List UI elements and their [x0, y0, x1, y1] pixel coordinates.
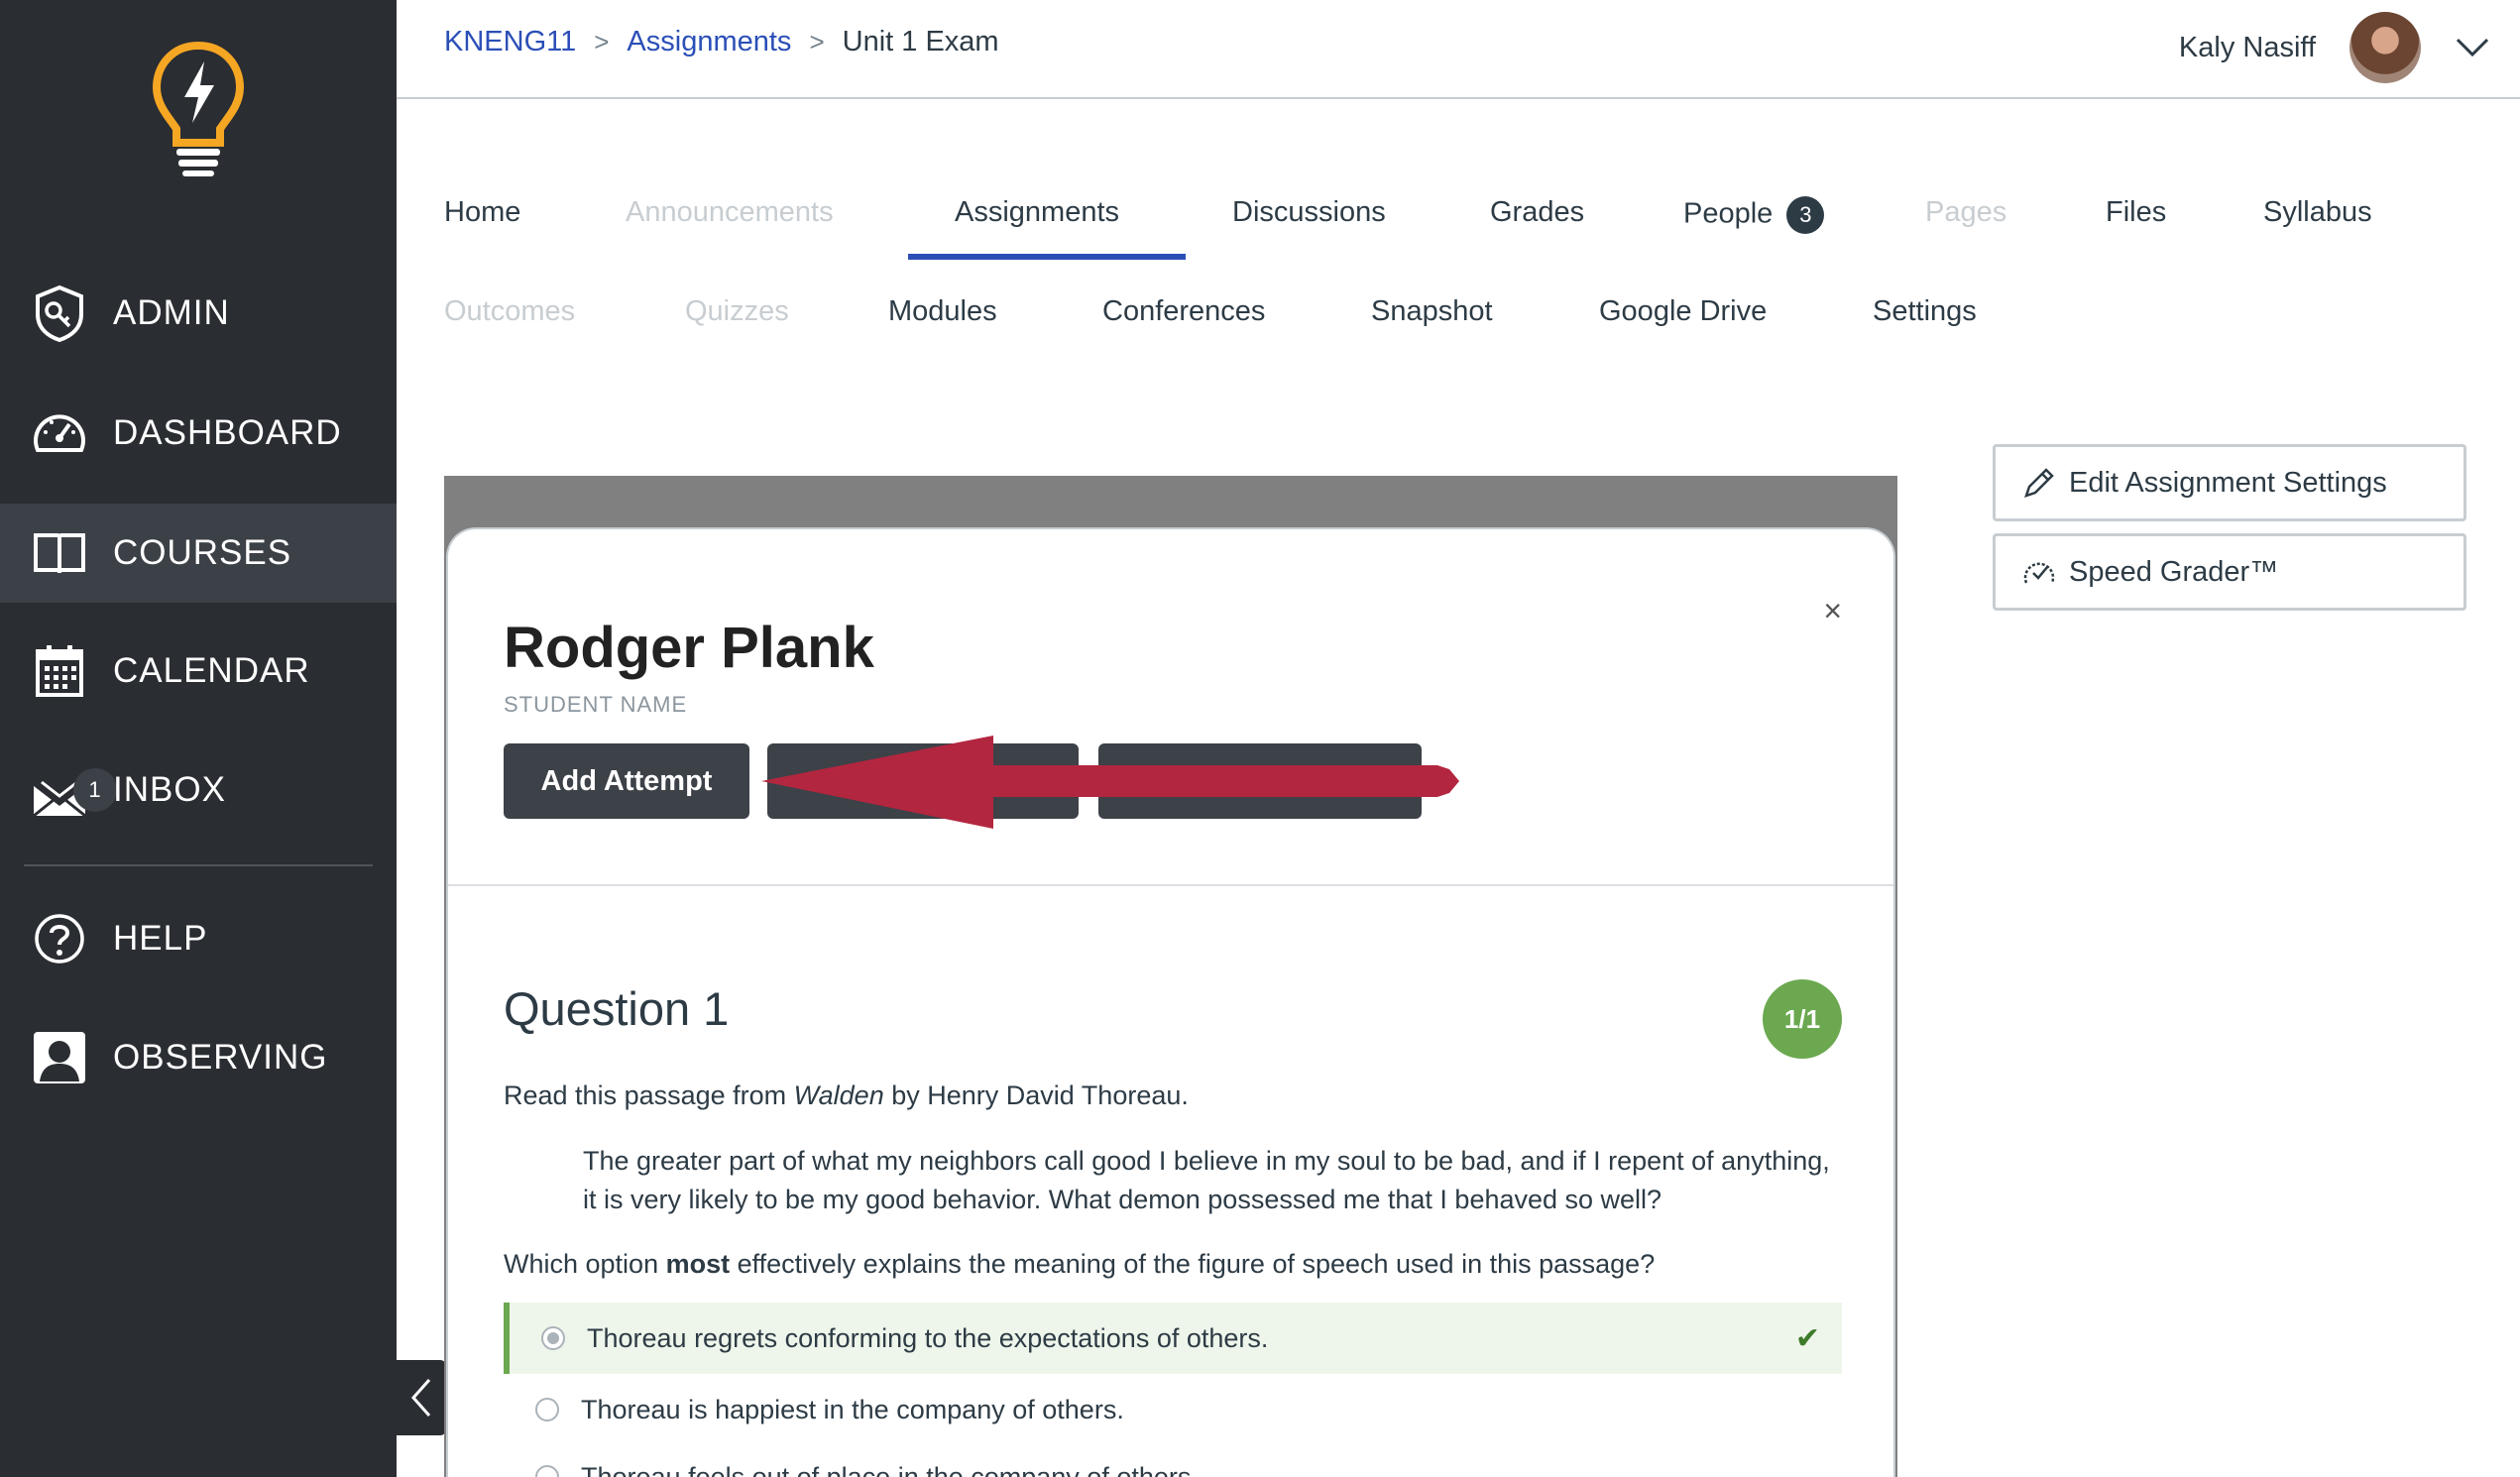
add-attempt-button[interactable]: Add Attempt: [504, 743, 749, 819]
book-icon: [30, 523, 89, 583]
third-action-button[interactable]: [1098, 743, 1422, 819]
edit-assignment-settings-button[interactable]: Edit Assignment Settings: [1993, 444, 2466, 521]
question-intro: Read this passage from Walden by Henry D…: [504, 1080, 1189, 1111]
tab-settings[interactable]: Settings: [1873, 295, 1977, 328]
close-icon[interactable]: ×: [1823, 593, 1842, 629]
shield-key-icon: [30, 284, 89, 343]
pencil-icon: [2021, 465, 2057, 501]
chevron-down-icon[interactable]: [2455, 37, 2490, 58]
sidebar-item-label: HELP: [113, 919, 208, 958]
tab-discussions[interactable]: Discussions: [1232, 196, 1386, 229]
tab-people-label: People: [1683, 197, 1774, 230]
answer-option[interactable]: Thoreau is happiest in the company of ot…: [504, 1374, 1842, 1445]
question-intro-text: Read this passage from: [504, 1080, 794, 1110]
inbox-icon: 1: [30, 760, 117, 820]
tab-syllabus[interactable]: Syllabus: [2263, 196, 2372, 229]
question-prompt-emphasis: most: [665, 1249, 731, 1279]
answer-option-correct[interactable]: Thoreau regrets conforming to the expect…: [504, 1303, 1842, 1374]
tab-conferences[interactable]: Conferences: [1102, 295, 1265, 328]
tab-quizzes[interactable]: Quizzes: [685, 295, 789, 328]
breadcrumb-current: Unit 1 Exam: [842, 26, 999, 57]
speedometer-icon: [30, 403, 89, 463]
tab-google-drive[interactable]: Google Drive: [1599, 295, 1767, 328]
tab-grades[interactable]: Grades: [1490, 196, 1584, 229]
checkmark-icon: ✔: [1794, 1321, 1820, 1355]
student-name-label: STUDENT NAME: [504, 692, 688, 717]
chevron-right-icon: >: [809, 27, 825, 57]
sidebar-item-calendar[interactable]: CALENDAR: [0, 622, 397, 721]
sidebar-item-help[interactable]: HELP: [0, 889, 397, 988]
sidebar-divider: [24, 864, 373, 866]
tab-outcomes[interactable]: Outcomes: [444, 295, 575, 328]
student-submission-modal: × Rodger Plank STUDENT NAME Add Attempt …: [446, 527, 1895, 1477]
app: ADMIN DASHBOARD COURSES CALENDAR 1 INBOX…: [0, 0, 2520, 1477]
avatar[interactable]: [2349, 12, 2421, 83]
tab-files[interactable]: Files: [2106, 196, 2166, 229]
question-prompt: Which option most effectively explains t…: [504, 1249, 1655, 1280]
sidebar-item-courses[interactable]: COURSES: [0, 504, 397, 603]
collapse-nav-button[interactable]: [397, 1360, 446, 1435]
user-menu[interactable]: Kaly Nasiff: [2179, 12, 2490, 83]
tab-modules[interactable]: Modules: [888, 295, 997, 328]
edit-assignment-settings-label: Edit Assignment Settings: [2069, 466, 2387, 499]
question-score-badge: 1/1: [1763, 979, 1842, 1059]
answer-text: Thoreau feels out of place in the compan…: [581, 1461, 1199, 1477]
tab-pages[interactable]: Pages: [1925, 196, 2006, 229]
active-tab-indicator: [908, 254, 1186, 260]
tab-snapshot[interactable]: Snapshot: [1371, 295, 1493, 328]
tab-home[interactable]: Home: [444, 196, 520, 229]
sidebar-item-label: DASHBOARD: [113, 413, 342, 452]
tab-assignments[interactable]: Assignments: [955, 196, 1119, 229]
speedgrader-label: Speed Grader™: [2069, 555, 2279, 588]
calendar-icon: [30, 641, 89, 701]
radio-selected[interactable]: [541, 1326, 565, 1350]
sidebar-item-label: ADMIN: [113, 293, 230, 332]
question-intro-title: Walden: [793, 1080, 884, 1110]
sidebar-item-inbox[interactable]: 1 INBOX: [0, 740, 397, 840]
chevron-left-icon: [410, 1379, 431, 1417]
question-passage: The greater part of what my neighbors ca…: [583, 1146, 1830, 1214]
sidebar-item-observing[interactable]: OBSERVING: [0, 1008, 397, 1107]
user-name: Kaly Nasiff: [2178, 31, 2316, 63]
answer-text: Thoreau regrets conforming to the expect…: [587, 1322, 1269, 1353]
inbox-unread-badge: 1: [73, 768, 117, 812]
modal-divider: [448, 884, 1893, 886]
breadcrumb: KNENG11 > Assignments > Unit 1 Exam: [444, 26, 999, 58]
sidebar-item-label: OBSERVING: [113, 1038, 328, 1077]
breadcrumb-course-link[interactable]: KNENG11: [444, 26, 576, 58]
sidebar-item-admin[interactable]: ADMIN: [0, 264, 397, 363]
question-title: Question 1: [504, 982, 730, 1035]
speedgrader-icon: [2021, 554, 2057, 590]
question-intro-text-end: by Henry David Thoreau.: [883, 1080, 1189, 1110]
radio[interactable]: [535, 1398, 559, 1421]
people-count-badge: 3: [1786, 196, 1825, 234]
radio[interactable]: [535, 1465, 559, 1477]
sidebar-item-label: COURSES: [113, 533, 292, 572]
breadcrumb-assignments-link[interactable]: Assignments: [627, 26, 791, 58]
student-name: Rodger Plank: [504, 616, 874, 680]
observer-icon: [30, 1028, 89, 1087]
top-header: KNENG11 > Assignments > Unit 1 Exam Kaly…: [397, 0, 2520, 99]
answer-option[interactable]: Thoreau feels out of place in the compan…: [504, 1441, 1842, 1477]
second-action-button[interactable]: [767, 743, 1079, 819]
lightbulb-logo-icon[interactable]: [149, 40, 248, 178]
global-nav-sidebar: ADMIN DASHBOARD COURSES CALENDAR 1 INBOX…: [0, 0, 397, 1477]
sidebar-item-label: INBOX: [113, 770, 226, 809]
sidebar-item-label: CALENDAR: [113, 651, 310, 690]
question-prompt-text: Which option: [504, 1249, 666, 1279]
chevron-right-icon: >: [594, 27, 610, 57]
question-prompt-text-end: effectively explains the meaning of the …: [730, 1249, 1656, 1279]
tab-announcements[interactable]: Announcements: [626, 196, 834, 229]
tab-people[interactable]: People 3: [1683, 196, 1825, 234]
sidebar-item-dashboard[interactable]: DASHBOARD: [0, 384, 397, 483]
speedgrader-button[interactable]: Speed Grader™: [1993, 533, 2466, 611]
answer-text: Thoreau is happiest in the company of ot…: [581, 1394, 1124, 1424]
help-icon: [30, 909, 89, 968]
